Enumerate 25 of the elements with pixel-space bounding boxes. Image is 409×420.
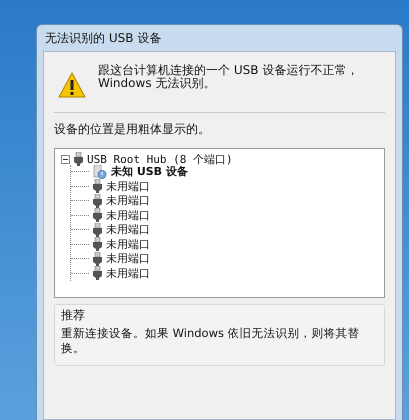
unknown-device-icon	[93, 164, 107, 179]
tree-item[interactable]: 未用端口	[106, 222, 150, 238]
warning-icon	[58, 72, 86, 98]
usb-plug-icon	[93, 266, 102, 280]
collapse-toggle[interactable]	[61, 154, 70, 164]
usb-plug-icon	[93, 179, 102, 194]
recommendation-text: 重新连接设备。如果 Windows 依旧无法识别，则将其替换。	[61, 326, 361, 356]
tree-caption: 设备的位置是用粗体显示的。	[54, 121, 211, 138]
usb-plug-icon	[93, 222, 102, 237]
tree-item[interactable]: 未用端口	[106, 251, 150, 266]
usb-plug-icon	[93, 252, 102, 266]
tree-item[interactable]: 未用端口	[106, 266, 150, 281]
tree-item[interactable]: 未知 USB 设备	[111, 164, 188, 180]
tree-item[interactable]: 未用端口	[106, 236, 150, 252]
tree-item[interactable]: 未用端口	[106, 193, 150, 208]
usb-plug-icon	[93, 208, 102, 222]
tree-item[interactable]: 未用端口	[106, 208, 150, 223]
window-title: 无法识别的 USB 设备	[44, 30, 162, 47]
tree-item[interactable]: 未用端口	[106, 178, 150, 194]
usb-plug-icon	[93, 237, 102, 252]
usb-plug-icon	[93, 194, 102, 208]
tree-item[interactable]: USB Root Hub (8 个端口)	[87, 152, 233, 167]
recommendation-heading: 推荐	[61, 307, 86, 324]
usb-plug-icon	[74, 152, 83, 166]
error-message: 跟这台计算机连接的一个 USB 设备运行不正常，Windows 无法识别。	[98, 64, 360, 90]
